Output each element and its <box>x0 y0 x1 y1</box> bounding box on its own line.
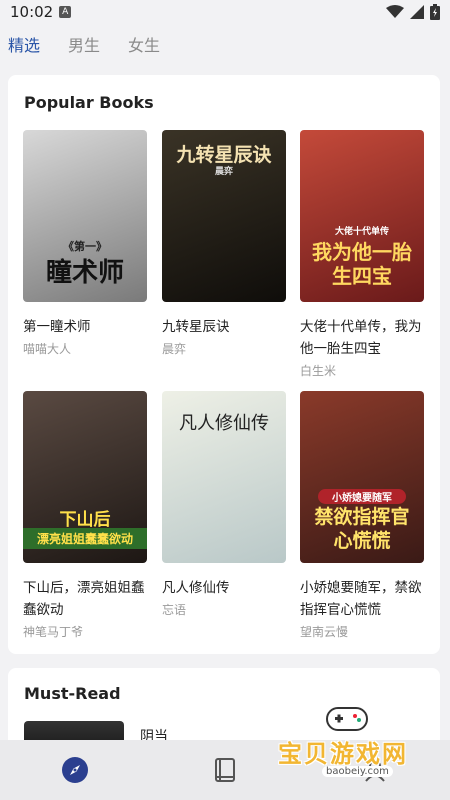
book-author: 晨弈 <box>162 342 187 356</box>
book-title: 大佬十代单传，我为他一胎生四宝 <box>300 319 422 357</box>
popular-books-card: Popular Books 《第一》 瞳术师 第一瞳术师 喵喵大人 九转星辰诀 … <box>8 75 440 654</box>
book-item[interactable]: 小娇媳要随军 禁欲指挥官心慌慌 小娇媳要随军，禁欲指挥官心慌慌 望南云慢 <box>300 391 424 640</box>
compass-icon <box>62 757 88 783</box>
cover-subtitle: 大佬十代单传 <box>334 227 389 237</box>
tab-male[interactable]: 男生 <box>68 32 100 56</box>
book-icon <box>215 758 235 782</box>
cover-subtitle: 小娇媳要随军 <box>318 489 406 504</box>
watermark-text: 宝贝游戏网 <box>278 740 408 768</box>
cover-title: 九转星辰诀 <box>176 144 272 166</box>
tab-featured[interactable]: 精选 <box>8 32 40 56</box>
book-title: 凡人修仙传 <box>162 580 230 596</box>
book-title: 下山后，漂亮姐姐蠢蠢欲动 <box>23 580 145 618</box>
cover-title: 禁欲指挥官心慌慌 <box>314 506 410 552</box>
notification-badge: A <box>59 6 72 18</box>
cover-title: 我为他一胎生四宝 <box>312 240 412 288</box>
book-item[interactable]: 九转星辰诀 晨弈 九转星辰诀 晨弈 <box>162 130 286 357</box>
book-cover[interactable]: 下山后 漂亮姐姐蠢蠢欲动 <box>23 391 147 563</box>
tab-female[interactable]: 女生 <box>128 32 160 56</box>
cover-title: 瞳术师 <box>45 258 124 288</box>
must-read-title: Must-Read <box>24 684 121 703</box>
watermark-url: baobeiy.com <box>322 766 393 777</box>
nav-discover[interactable] <box>55 750 95 790</box>
book-cover[interactable]: 小娇媳要随军 禁欲指挥官心慌慌 <box>300 391 424 563</box>
book-item[interactable]: 下山后 漂亮姐姐蠢蠢欲动 下山后，漂亮姐姐蠢蠢欲动 神笔马丁爷 <box>23 391 147 640</box>
book-cover[interactable]: 《第一》 瞳术师 <box>23 130 147 302</box>
book-author: 神笔马丁爷 <box>23 625 84 639</box>
book-author: 忘语 <box>162 603 187 617</box>
status-bar: 10:02 A <box>0 0 450 24</box>
book-cover[interactable]: 凡人修仙传 <box>162 391 286 563</box>
wifi-icon <box>386 5 404 18</box>
battery-icon <box>430 4 440 20</box>
cover-subtitle: 晨弈 <box>214 167 233 177</box>
book-author: 喵喵大人 <box>23 342 72 356</box>
watermark: 宝贝游戏网 baobeiy.com <box>262 700 442 795</box>
book-title: 九转星辰诀 <box>162 319 230 335</box>
book-item[interactable]: 凡人修仙传 凡人修仙传 忘语 <box>162 391 286 618</box>
cover-title: 漂亮姐姐蠢蠢欲动 <box>23 528 147 549</box>
book-cover[interactable]: 九转星辰诀 晨弈 <box>162 130 286 302</box>
book-item[interactable]: 大佬十代单传 我为他一胎生四宝 大佬十代单传，我为他一胎生四宝 白生米 <box>300 130 424 379</box>
signal-icon <box>410 5 424 19</box>
cover-title: 凡人修仙传 <box>179 413 269 434</box>
nav-bookshelf[interactable] <box>205 750 245 790</box>
status-time: 10:02 <box>10 3 54 21</box>
book-item[interactable]: 《第一》 瞳术师 第一瞳术师 喵喵大人 <box>23 130 147 357</box>
cover-subtitle: 下山后 <box>59 510 111 530</box>
book-cover[interactable]: 大佬十代单传 我为他一胎生四宝 <box>300 130 424 302</box>
gamepad-icon <box>326 707 368 731</box>
book-author: 望南云慢 <box>300 625 349 639</box>
book-title: 第一瞳术师 <box>23 319 91 335</box>
book-author: 白生米 <box>300 364 337 378</box>
popular-books-title: Popular Books <box>24 93 154 112</box>
book-title: 小娇媳要随军，禁欲指挥官心慌慌 <box>300 580 422 618</box>
category-tabs: 精选 男生 女生 <box>0 24 450 64</box>
